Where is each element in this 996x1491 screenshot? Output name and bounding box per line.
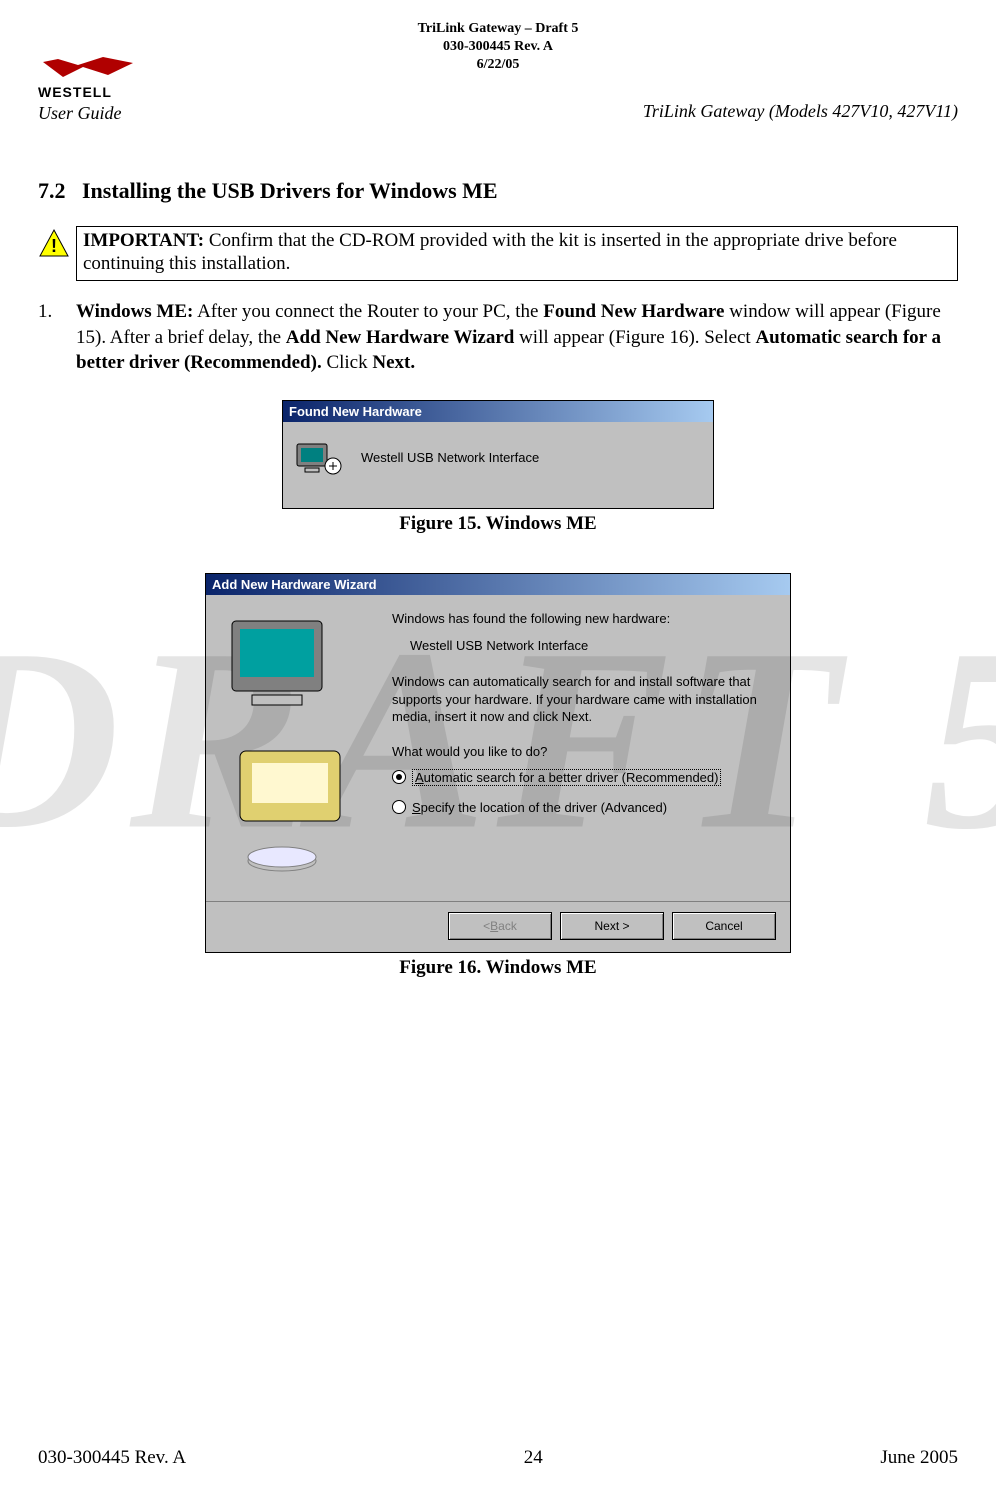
back-rest: ack (498, 919, 517, 933)
next-button[interactable]: Next > (560, 912, 664, 940)
opt1-rest: utomatic search for a better driver (Rec… (424, 770, 719, 785)
step-body: Windows ME: After you connect the Router… (76, 299, 958, 376)
important-box: IMPORTANT: Confirm that the CD-ROM provi… (76, 226, 958, 282)
step-t3: will appear (Figure 16). Select (514, 327, 755, 348)
warning-icon: ! (38, 228, 70, 260)
svg-text:!: ! (51, 236, 57, 256)
step-1: 1. Windows ME: After you connect the Rou… (38, 299, 958, 376)
step-b1: Windows ME: (76, 301, 193, 322)
svg-text:WESTELL: WESTELL (38, 84, 112, 100)
option-automatic-search[interactable]: Automatic search for a better driver (Re… (392, 769, 774, 786)
wizard-titlebar: Add New Hardware Wizard (206, 574, 790, 595)
section-heading: 7.2 Installing the USB Drivers for Windo… (38, 178, 958, 204)
cancel-button[interactable]: Cancel (672, 912, 776, 940)
device-icon (295, 438, 343, 478)
doc-number: 030-300445 Rev. A (38, 38, 958, 56)
add-new-hardware-wizard-window: Add New Hardware Wizard Windows has foun… (205, 573, 791, 953)
section-number: 7.2 (38, 178, 66, 203)
option-specify-location[interactable]: Specify the location of the driver (Adva… (392, 800, 774, 815)
step-b2: Found New Hardware (543, 301, 724, 322)
footer-page-number: 24 (524, 1447, 543, 1469)
user-guide-label: User Guide (38, 103, 122, 124)
step-t4: Click (322, 352, 373, 373)
back-pre: < (483, 919, 490, 933)
important-text: Confirm that the CD-ROM provided with th… (83, 230, 897, 275)
wizard-detected-device: Westell USB Network Interface (410, 638, 774, 653)
step-b3: Add New Hardware Wizard (286, 327, 515, 348)
footer-right: June 2005 (880, 1447, 958, 1469)
footer-left: 030-300445 Rev. A (38, 1447, 186, 1469)
step-b5: Next. (372, 352, 415, 373)
fnh-device-text: Westell USB Network Interface (361, 450, 539, 465)
found-new-hardware-window: Found New Hardware Westell USB Network I… (282, 400, 714, 509)
wizard-prompt: What would you like to do? (392, 744, 774, 759)
fnh-titlebar: Found New Hardware (283, 401, 713, 422)
page-footer: 030-300445 Rev. A 24 June 2005 (38, 1447, 958, 1469)
wizard-line1: Windows has found the following new hard… (392, 611, 774, 626)
step-number: 1. (38, 299, 76, 376)
back-ul: B (490, 919, 498, 933)
opt2-accel: S (412, 800, 421, 815)
back-button[interactable]: < Back (448, 912, 552, 940)
important-label: IMPORTANT: (83, 230, 204, 251)
opt2-rest: pecify the location of the driver (Advan… (421, 800, 667, 815)
wizard-graphic (222, 611, 372, 901)
figure-15-caption: Figure 15. Windows ME (38, 513, 958, 535)
section-title: Installing the USB Drivers for Windows M… (82, 178, 498, 203)
radio-selected-icon (392, 770, 406, 784)
model-title: TriLink Gateway (Models 427V10, 427V11) (643, 101, 958, 124)
wizard-description: Windows can automatically search for and… (392, 673, 774, 726)
figure-16-caption: Figure 16. Windows ME (38, 957, 958, 979)
westell-logo: WESTELL (38, 57, 138, 101)
step-t1: After you connect the Router to your PC,… (193, 301, 543, 322)
opt1-accel: A (415, 770, 424, 785)
radio-unselected-icon (392, 800, 406, 814)
doc-title: TriLink Gateway – Draft 5 (38, 20, 958, 38)
